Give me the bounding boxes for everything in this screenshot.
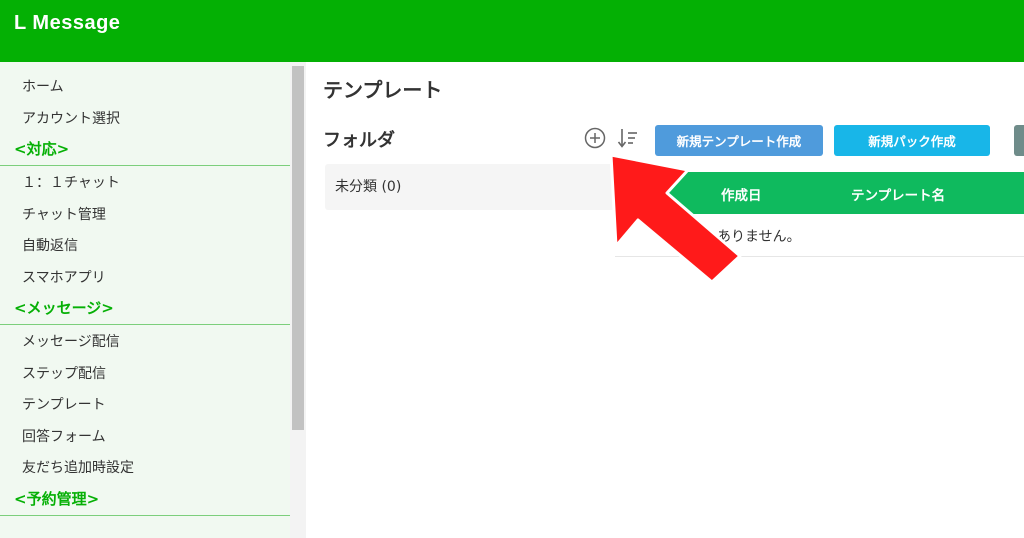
folder-list: 未分類 (0) <box>325 164 615 210</box>
app-logo[interactable]: L Message <box>14 12 120 35</box>
sidebar-item-chat-management[interactable]: チャット管理 <box>0 200 290 232</box>
folder-item-uncategorized[interactable]: 未分類 (0) <box>335 176 401 196</box>
sidebar-item-template[interactable]: テンプレート <box>0 390 290 422</box>
table-empty-row: ありません。 <box>615 214 1024 257</box>
more-button[interactable] <box>1014 125 1024 156</box>
folder-title: フォルダ <box>323 130 395 151</box>
sidebar-item-smartphone-app[interactable]: スマホアプリ <box>0 263 290 295</box>
empty-message: ありません。 <box>717 229 801 245</box>
sidebar-item-one-on-one-chat[interactable]: １：１チャット <box>0 168 290 200</box>
new-pack-button[interactable]: 新規パック作成 <box>834 125 990 156</box>
column-header-template-name[interactable]: テンプレート名 <box>851 184 945 204</box>
sidebar-item-step-delivery[interactable]: ステップ配信 <box>0 359 290 391</box>
sidebar-item-auto-reply[interactable]: 自動返信 <box>0 231 290 263</box>
sidebar-item-friend-add-settings[interactable]: 友だち追加時設定 <box>0 453 290 485</box>
sidebar-item-message-delivery[interactable]: メッセージ配信 <box>0 327 290 359</box>
sidebar-scrollbar-thumb[interactable] <box>292 66 304 430</box>
table-header: 作成日 テンプレート名 <box>615 172 1024 214</box>
sidebar: ホーム アカウント選択 <対応> １：１チャット チャット管理 自動返信 スマホ… <box>0 62 290 538</box>
sidebar-item-answer-form[interactable]: 回答フォーム <box>0 422 290 454</box>
sidebar-section-message: <メッセージ> <box>0 294 290 325</box>
column-header-created-date[interactable]: 作成日 <box>721 184 762 204</box>
page-title: テンプレート <box>323 78 443 102</box>
sidebar-section-support: <対応> <box>0 135 290 166</box>
sidebar-item-account-select[interactable]: アカウント選択 <box>0 104 290 136</box>
new-template-button[interactable]: 新規テンプレート作成 <box>655 125 823 156</box>
sidebar-item-home[interactable]: ホーム <box>0 72 290 104</box>
main-content: テンプレート フォルダ 新規テンプレート作成 新規パック作成 未分類 (0) 作… <box>306 62 1024 538</box>
plus-circle-icon[interactable] <box>584 127 606 149</box>
top-bar: L Message <box>0 0 1024 62</box>
sort-descending-icon[interactable] <box>617 127 641 149</box>
sidebar-section-reservation: <予約管理> <box>0 485 290 516</box>
